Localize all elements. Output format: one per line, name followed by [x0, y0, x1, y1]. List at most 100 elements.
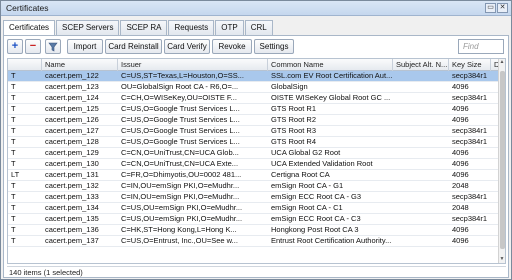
table-row[interactable]: Tcacert.pem_133 C=IN,OU=emSign PKI,O=eMud…: [8, 192, 500, 203]
column-header-flags[interactable]: [8, 59, 42, 71]
cell-name: cacert.pem_122: [45, 71, 99, 80]
cell-key-size: secp384r1: [452, 93, 488, 102]
cell-key-size: 4096: [452, 170, 469, 179]
cell-flags: T: [11, 214, 16, 223]
filter-icon: [48, 42, 58, 52]
vertical-scrollbar[interactable]: ▲ ▼: [498, 59, 505, 263]
cell-key-size: 2048: [452, 181, 469, 190]
cell-key-size: 4096: [452, 104, 469, 113]
restore-icon[interactable]: ▭: [485, 3, 496, 13]
cell-key-size: 4096: [452, 225, 469, 234]
table-row[interactable]: Tcacert.pem_122 C=US,ST=Texas,L=Houston,O…: [8, 71, 500, 82]
tab-certificates[interactable]: Certificates: [3, 20, 56, 36]
cell-name: cacert.pem_131: [45, 170, 99, 179]
column-header-subject-alt-name[interactable]: Subject Alt. N...: [393, 59, 449, 71]
table-row[interactable]: Tcacert.pem_132 C=IN,OU=emSign PKI,O=eMud…: [8, 181, 500, 192]
cell-flags: T: [11, 203, 16, 212]
cell-common-name: GTS Root R2: [271, 115, 317, 124]
cell-common-name: GTS Root R1: [271, 104, 317, 113]
cell-issuer: C=HK,ST=Hong Kong,L=Hong K...: [121, 225, 237, 234]
close-icon[interactable]: ✕: [497, 3, 508, 13]
card-verify-button[interactable]: Card Verify: [164, 39, 210, 54]
cell-issuer: C=US,O=Google Trust Services L...: [121, 137, 240, 146]
column-header-common-name[interactable]: Common Name: [268, 59, 393, 71]
column-header-name[interactable]: Name: [42, 59, 118, 71]
cell-common-name: GTS Root R4: [271, 137, 317, 146]
scroll-down-icon[interactable]: ▼: [499, 256, 505, 263]
cell-issuer: C=US,O=Entrust, Inc.,OU=See w...: [121, 236, 238, 245]
card-reinstall-button[interactable]: Card Reinstall: [105, 39, 162, 54]
scrollbar-thumb[interactable]: [500, 71, 505, 249]
cell-common-name: Entrust Root Certification Authority...: [271, 236, 392, 245]
tab-requests[interactable]: Requests: [168, 20, 215, 35]
certificates-table: Name Issuer Common Name Subject Alt. N..…: [7, 58, 506, 264]
cell-common-name: Certigna Root CA: [271, 170, 330, 179]
tab-scep-ra[interactable]: SCEP RA: [120, 20, 168, 35]
table-row[interactable]: Tcacert.pem_127 C=US,O=Google Trust Servi…: [8, 126, 500, 137]
filter-button[interactable]: [45, 39, 61, 54]
cell-common-name: UCA Global G2 Root: [271, 148, 341, 157]
table-row[interactable]: Tcacert.pem_130 C=CN,O=UniTrust,CN=UCA Ex…: [8, 159, 500, 170]
cell-key-size: secp384r1: [452, 126, 488, 135]
cell-common-name: emSign Root CA - G1: [271, 181, 344, 190]
tab-otp[interactable]: OTP: [215, 20, 244, 35]
cell-name: cacert.pem_124: [45, 93, 99, 102]
cell-key-size: secp384r1: [452, 192, 488, 201]
cell-name: cacert.pem_137: [45, 236, 99, 245]
cell-issuer: C=FR,O=Dhimyotis,OU=0002 481...: [121, 170, 242, 179]
cell-flags: T: [11, 126, 16, 135]
cell-flags: T: [11, 93, 16, 102]
cell-name: cacert.pem_125: [45, 104, 99, 113]
column-header-key-size[interactable]: Key Size: [449, 59, 491, 71]
cell-subject-alt-name: [393, 181, 449, 191]
cell-subject-alt-name: [393, 126, 449, 136]
cell-flags: T: [11, 225, 16, 234]
window-title: Certificates: [6, 3, 49, 13]
cell-key-size: 4096: [452, 159, 469, 168]
table-row[interactable]: Tcacert.pem_134 C=US,OU=emSign PKI,O=eMud…: [8, 203, 500, 214]
remove-button[interactable]: −: [25, 39, 41, 54]
column-header-issuer[interactable]: Issuer: [118, 59, 268, 71]
toolbar: + − Import Card Reinstall Card Verify Re…: [7, 39, 507, 55]
settings-button[interactable]: Settings: [254, 39, 294, 54]
table-row[interactable]: Tcacert.pem_137 C=US,O=Entrust, Inc.,OU=S…: [8, 236, 500, 247]
cell-subject-alt-name: [393, 148, 449, 158]
cell-flags: T: [11, 115, 16, 124]
table-row[interactable]: Tcacert.pem_124 C=CH,O=WISeKey,OU=OISTE F…: [8, 93, 500, 104]
cell-subject-alt-name: [393, 104, 449, 114]
table-row[interactable]: Tcacert.pem_135 C=US,OU=emSign PKI,O=eMud…: [8, 214, 500, 225]
cell-issuer: C=CH,O=WISeKey,OU=OISTE F...: [121, 93, 237, 102]
cell-subject-alt-name: [393, 225, 449, 235]
table-header: Name Issuer Common Name Subject Alt. N..…: [8, 59, 505, 71]
table-row[interactable]: Tcacert.pem_136 C=HK,ST=Hong Kong,L=Hong …: [8, 225, 500, 236]
cell-issuer: C=IN,OU=emSign PKI,O=eMudhr...: [121, 181, 240, 190]
cell-name: cacert.pem_123: [45, 82, 99, 91]
add-button[interactable]: +: [7, 39, 23, 54]
cell-key-size: 4096: [452, 115, 469, 124]
cell-name: cacert.pem_130: [45, 159, 99, 168]
cell-subject-alt-name: [393, 203, 449, 213]
cell-subject-alt-name: [393, 93, 449, 103]
minus-icon: −: [29, 40, 37, 52]
tab-crl[interactable]: CRL: [244, 20, 273, 35]
table-row[interactable]: Tcacert.pem_126 C=US,O=Google Trust Servi…: [8, 115, 500, 126]
cell-issuer: C=US,ST=Texas,L=Houston,O=SS...: [121, 71, 244, 80]
import-button[interactable]: Import: [67, 39, 103, 54]
cell-name: cacert.pem_135: [45, 214, 99, 223]
cell-common-name: SSL.com EV Root Certification Aut...: [271, 71, 393, 80]
cell-key-size: 4096: [452, 236, 469, 245]
cell-common-name: emSign ECC Root CA - C3: [271, 214, 361, 223]
revoke-button[interactable]: Revoke: [212, 39, 252, 54]
cell-name: cacert.pem_127: [45, 126, 99, 135]
scroll-up-icon[interactable]: ▲: [499, 59, 505, 66]
cell-issuer: OU=GlobalSign Root CA - R6,O=...: [121, 82, 239, 91]
table-row[interactable]: Tcacert.pem_128 C=US,O=Google Trust Servi…: [8, 137, 500, 148]
table-row[interactable]: Tcacert.pem_125 C=US,O=Google Trust Servi…: [8, 104, 500, 115]
find-input[interactable]: Find: [458, 39, 504, 54]
tab-scep-servers[interactable]: SCEP Servers: [56, 20, 120, 35]
table-row[interactable]: LT cacert.pem_131 C=FR,O=Dhimyotis,OU=0002…: [8, 170, 500, 181]
cell-subject-alt-name: [393, 159, 449, 169]
cell-common-name: emSign ECC Root CA - G3: [271, 192, 362, 201]
table-row[interactable]: Tcacert.pem_129 C=CN,O=UniTrust,CN=UCA Gl…: [8, 148, 500, 159]
table-row[interactable]: Tcacert.pem_123 OU=GlobalSign Root CA - R…: [8, 82, 500, 93]
